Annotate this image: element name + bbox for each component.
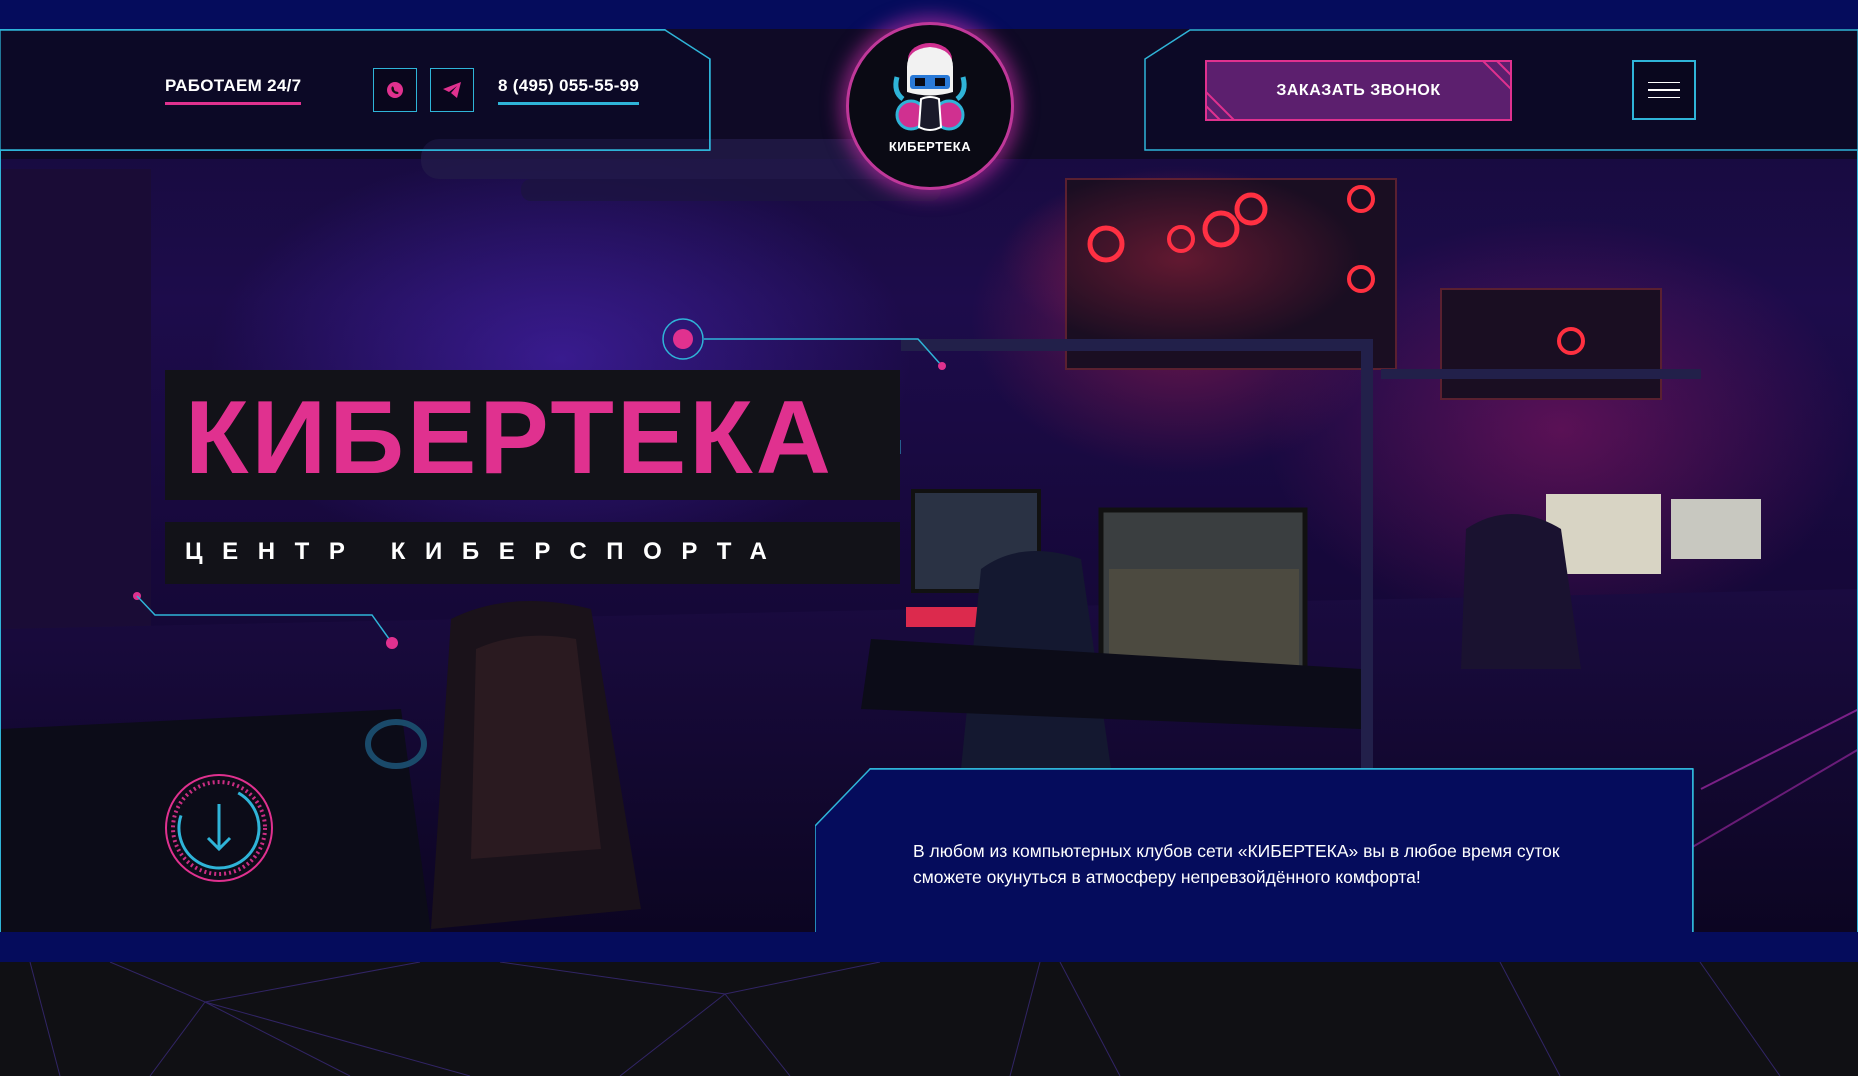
- scroll-down-button[interactable]: [163, 772, 275, 884]
- call-button-corners: [1205, 60, 1512, 121]
- info-text: В любом из компьютерных клубов сети «КИБ…: [913, 841, 1560, 887]
- work-hours-label: РАБОТАЕМ 24/7: [165, 76, 302, 105]
- next-section-background: [0, 962, 1858, 1076]
- hero-subtitle: ЦЕНТР КИБЕРСПОРТА: [185, 538, 787, 565]
- telegram-icon: [443, 82, 461, 98]
- hero-title: КИБЕРТЕКА: [185, 380, 834, 496]
- whatsapp-button[interactable]: [373, 68, 417, 112]
- hamburger-icon: [1648, 81, 1680, 84]
- logo-text: КИБЕРТЕКА: [888, 139, 972, 154]
- logo[interactable]: КИБЕРТЕКА: [846, 22, 1014, 190]
- page: РАБОТАЕМ 24/7 8 (495) 055-55-99 КИБЕРТЕК…: [0, 0, 1858, 1076]
- hero-bottom-band: [0, 932, 1858, 962]
- polygon-lines-decoration: [29, 962, 1781, 1076]
- menu-button[interactable]: [1632, 60, 1696, 120]
- telegram-button[interactable]: [430, 68, 474, 112]
- hamburger-icon-line: [1648, 89, 1680, 91]
- gamer-mask-logo-icon: [893, 43, 967, 131]
- arrow-down-icon: [206, 804, 232, 852]
- whatsapp-icon: [387, 82, 403, 98]
- hamburger-icon-line: [1648, 96, 1680, 99]
- phone-link[interactable]: 8 (495) 055-55-99: [498, 76, 640, 105]
